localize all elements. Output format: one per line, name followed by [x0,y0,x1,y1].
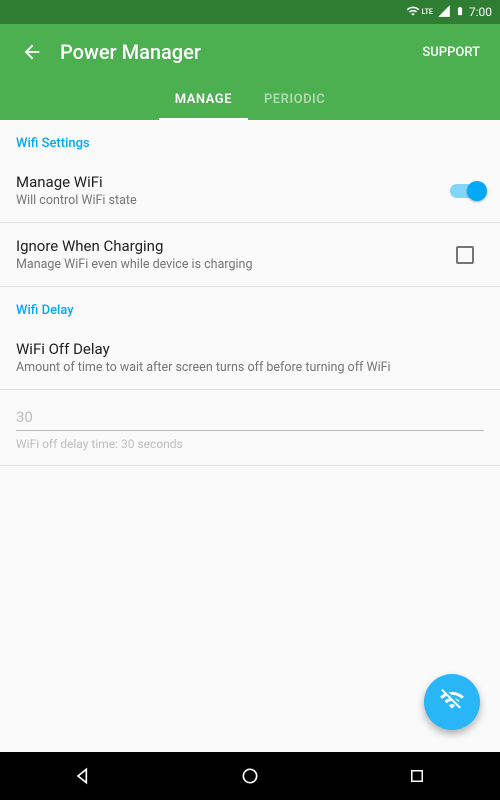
pref-title: WiFi Off Delay [16,340,484,358]
page-title: Power Manager [60,40,414,64]
pref-wifi-off-delay[interactable]: WiFi Off Delay Amount of time to wait af… [0,326,500,390]
nav-home[interactable] [220,756,280,796]
divider [0,465,500,466]
battery-icon [455,4,465,21]
fab-wifi-off[interactable] [424,674,480,730]
ignore-charging-checkbox[interactable] [456,246,474,264]
pref-sub: Manage WiFi even while device is chargin… [16,257,456,272]
pref-text: Manage WiFi Will control WiFi state [16,173,450,208]
support-button[interactable]: SUPPORT [414,37,488,68]
wifi-off-icon [439,687,465,717]
nav-recent[interactable] [387,756,447,796]
tab-bar: MANAGE PERIODIC [0,80,500,120]
nav-back[interactable] [53,756,113,796]
pref-manage-wifi[interactable]: Manage WiFi Will control WiFi state [0,159,500,223]
pref-sub: Will control WiFi state [16,193,450,208]
content: Wifi Settings Manage WiFi Will control W… [0,120,500,466]
wifi-delay-caption: WiFi off delay time: 30 seconds [16,437,484,461]
switch-thumb [467,181,487,201]
pref-text: WiFi Off Delay Amount of time to wait af… [16,340,484,375]
tab-manage[interactable]: MANAGE [159,80,248,120]
lte-label: LTE [422,8,433,16]
pref-title: Ignore When Charging [16,237,456,255]
pref-text: Ignore When Charging Manage WiFi even wh… [16,237,456,272]
pref-title: Manage WiFi [16,173,450,191]
wifi-icon [406,4,420,21]
section-header-wifi-settings: Wifi Settings [0,120,500,159]
pref-ignore-charging[interactable]: Ignore When Charging Manage WiFi even wh… [0,223,500,287]
app-bar: Power Manager SUPPORT MANAGE PERIODIC [0,24,500,120]
cell-signal-icon [437,4,451,21]
pref-sub: Amount of time to wait after screen turn… [16,360,484,375]
clock-label: 7:00 [469,5,492,19]
wifi-delay-input[interactable]: 30 [16,404,484,431]
back-button[interactable] [12,32,52,72]
tab-periodic[interactable]: PERIODIC [248,80,341,120]
status-bar: LTE 7:00 [0,0,500,24]
nav-bar [0,752,500,800]
manage-wifi-switch[interactable] [450,184,484,198]
section-header-wifi-delay: Wifi Delay [0,287,500,326]
delay-block: 30 WiFi off delay time: 30 seconds [0,390,500,465]
